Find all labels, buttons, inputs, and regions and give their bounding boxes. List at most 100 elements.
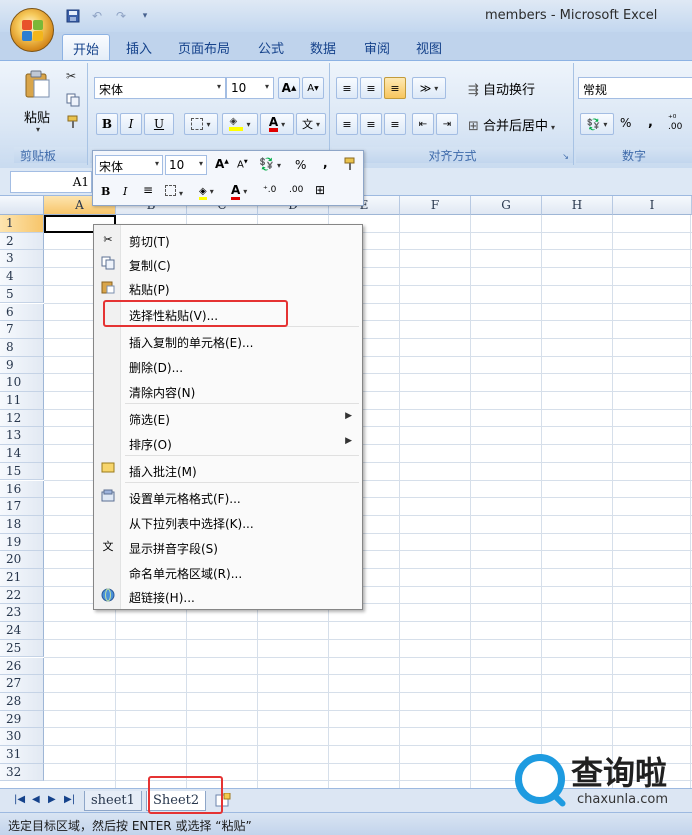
menu-item-show-phonetic[interactable]: 文 显示拼音字段(S): [94, 535, 362, 559]
row-header[interactable]: 25: [0, 639, 44, 658]
orientation-button[interactable]: ≫ ▾: [412, 77, 446, 99]
row-header[interactable]: 2: [0, 232, 44, 251]
tab-data[interactable]: 数据: [310, 38, 336, 57]
row-header[interactable]: 21: [0, 569, 44, 587]
select-all-corner[interactable]: [0, 196, 44, 215]
align-center-icon[interactable]: ≡: [360, 113, 382, 135]
mini-currency-icon[interactable]: 💱 ▾: [259, 157, 281, 171]
row-header[interactable]: 18: [0, 515, 44, 534]
menu-item-format-cells[interactable]: 设置单元格格式(F)...: [94, 485, 362, 509]
row-header[interactable]: 20: [0, 551, 44, 569]
row-header[interactable]: 10: [0, 374, 44, 392]
undo-icon[interactable]: ↶: [88, 7, 106, 25]
menu-item-delete[interactable]: 删除(D)...: [94, 354, 362, 378]
paste-icon[interactable]: [22, 69, 52, 99]
menu-item-insert-comment[interactable]: 插入批注(M): [94, 458, 362, 482]
mini-borders-icon[interactable]: ▾: [165, 185, 183, 199]
row-header[interactable]: 1: [0, 215, 44, 233]
align-left-icon[interactable]: ≡: [336, 113, 358, 135]
redo-icon[interactable]: ↷: [112, 7, 130, 25]
mini-grow-font-icon[interactable]: A▲: [215, 157, 229, 171]
align-middle-icon[interactable]: ≡: [360, 77, 382, 99]
row-header[interactable]: 11: [0, 392, 44, 410]
row-header[interactable]: 8: [0, 338, 44, 357]
row-header[interactable]: 15: [0, 462, 44, 481]
bold-button[interactable]: B: [96, 113, 118, 135]
mini-merge-icon[interactable]: ⊞: [315, 183, 325, 197]
mini-decrease-decimal-icon[interactable]: .00: [289, 185, 303, 195]
font-size-select[interactable]: 10 ▾: [226, 77, 274, 99]
tab-home[interactable]: 开始: [62, 34, 111, 60]
row-header[interactable]: 19: [0, 533, 44, 552]
menu-item-pick-from-list[interactable]: 从下拉列表中选择(K)...: [94, 510, 362, 534]
align-bottom-icon[interactable]: ≡: [384, 77, 406, 99]
office-button[interactable]: [10, 8, 54, 52]
row-header[interactable]: 31: [0, 746, 44, 764]
comma-style-button[interactable]: ,: [648, 115, 653, 130]
align-top-icon[interactable]: ≡: [336, 77, 358, 99]
fill-color-button[interactable]: ◈ ▾: [222, 113, 258, 135]
row-header[interactable]: 5: [0, 285, 44, 304]
row-header[interactable]: 12: [0, 409, 44, 428]
menu-item-insert-copied-cells[interactable]: 插入复制的单元格(E)...: [94, 329, 362, 353]
tab-review[interactable]: 审阅: [364, 38, 390, 57]
tab-insert[interactable]: 插入: [126, 38, 152, 57]
save-icon[interactable]: [64, 7, 82, 25]
format-painter-icon[interactable]: [66, 115, 80, 129]
menu-item-sort[interactable]: 排序(O) ▶: [94, 431, 362, 455]
increase-decimal-icon[interactable]: ⁺⁰ .00: [668, 115, 682, 132]
sheet-tab-sheet1[interactable]: sheet1: [84, 791, 142, 811]
borders-button[interactable]: ▾: [184, 113, 218, 135]
wrap-text-button[interactable]: ⇶ 自动换行: [468, 79, 535, 98]
merge-center-button[interactable]: ⊞ 合并后居中 ▾: [468, 115, 555, 134]
row-header[interactable]: 24: [0, 622, 44, 640]
font-color-button[interactable]: A ▾: [260, 113, 294, 135]
row-header[interactable]: 23: [0, 604, 44, 623]
number-format-select[interactable]: 常规: [578, 77, 692, 99]
menu-item-clear-contents[interactable]: 清除内容(N): [94, 379, 362, 403]
tab-formulas[interactable]: 公式: [258, 38, 284, 57]
row-header[interactable]: 22: [0, 586, 44, 605]
mini-bold-button[interactable]: B: [101, 185, 110, 198]
mini-increase-decimal-icon[interactable]: ⁺.0: [263, 185, 276, 195]
row-header[interactable]: 14: [0, 445, 44, 463]
cut-icon[interactable]: ✂: [66, 69, 80, 83]
name-box[interactable]: A1: [10, 171, 92, 193]
percent-style-button[interactable]: %: [620, 116, 631, 130]
row-header[interactable]: 3: [0, 250, 44, 269]
menu-item-cut[interactable]: ✂ 剪切(T): [94, 228, 362, 252]
row-header[interactable]: 17: [0, 498, 44, 516]
row-header[interactable]: 16: [0, 480, 44, 499]
menu-item-copy[interactable]: 复制(C): [94, 252, 362, 276]
mini-format-painter-icon[interactable]: [343, 157, 357, 174]
mini-font-size-select[interactable]: 10 ▾: [165, 155, 207, 175]
row-header[interactable]: 9: [0, 356, 44, 375]
row-header[interactable]: 27: [0, 675, 44, 693]
align-right-icon[interactable]: ≡: [384, 113, 406, 135]
column-header-g[interactable]: G: [471, 196, 542, 215]
mini-font-color-icon[interactable]: A ▾: [231, 183, 247, 200]
font-name-select[interactable]: 宋体 ▾: [94, 77, 226, 99]
underline-button[interactable]: U: [144, 113, 174, 135]
paste-button-label[interactable]: 粘贴: [24, 107, 50, 126]
customize-qat-icon[interactable]: ▾: [136, 7, 154, 25]
tab-view[interactable]: 视图: [416, 38, 442, 57]
row-header[interactable]: 7: [0, 321, 44, 339]
paste-dropdown-icon[interactable]: ▾: [36, 125, 40, 134]
menu-item-define-name[interactable]: 命名单元格区域(R)...: [94, 560, 362, 584]
dialog-launcher-icon[interactable]: ↘: [562, 152, 569, 161]
first-sheet-icon[interactable]: |◀: [14, 794, 25, 805]
row-header[interactable]: 32: [0, 763, 44, 782]
row-header[interactable]: 29: [0, 710, 44, 729]
menu-item-filter[interactable]: 筛选(E) ▶: [94, 406, 362, 430]
next-sheet-icon[interactable]: ▶: [48, 794, 56, 805]
mini-italic-button[interactable]: I: [123, 185, 127, 198]
row-header[interactable]: 26: [0, 657, 44, 676]
shrink-font-button[interactable]: A ▼: [302, 77, 324, 99]
row-header[interactable]: 13: [0, 427, 44, 446]
row-header[interactable]: 6: [0, 303, 44, 322]
last-sheet-icon[interactable]: ▶|: [64, 794, 75, 805]
row-header[interactable]: 4: [0, 268, 44, 286]
italic-button[interactable]: I: [120, 113, 142, 135]
decrease-indent-icon[interactable]: ⇤: [412, 113, 434, 135]
